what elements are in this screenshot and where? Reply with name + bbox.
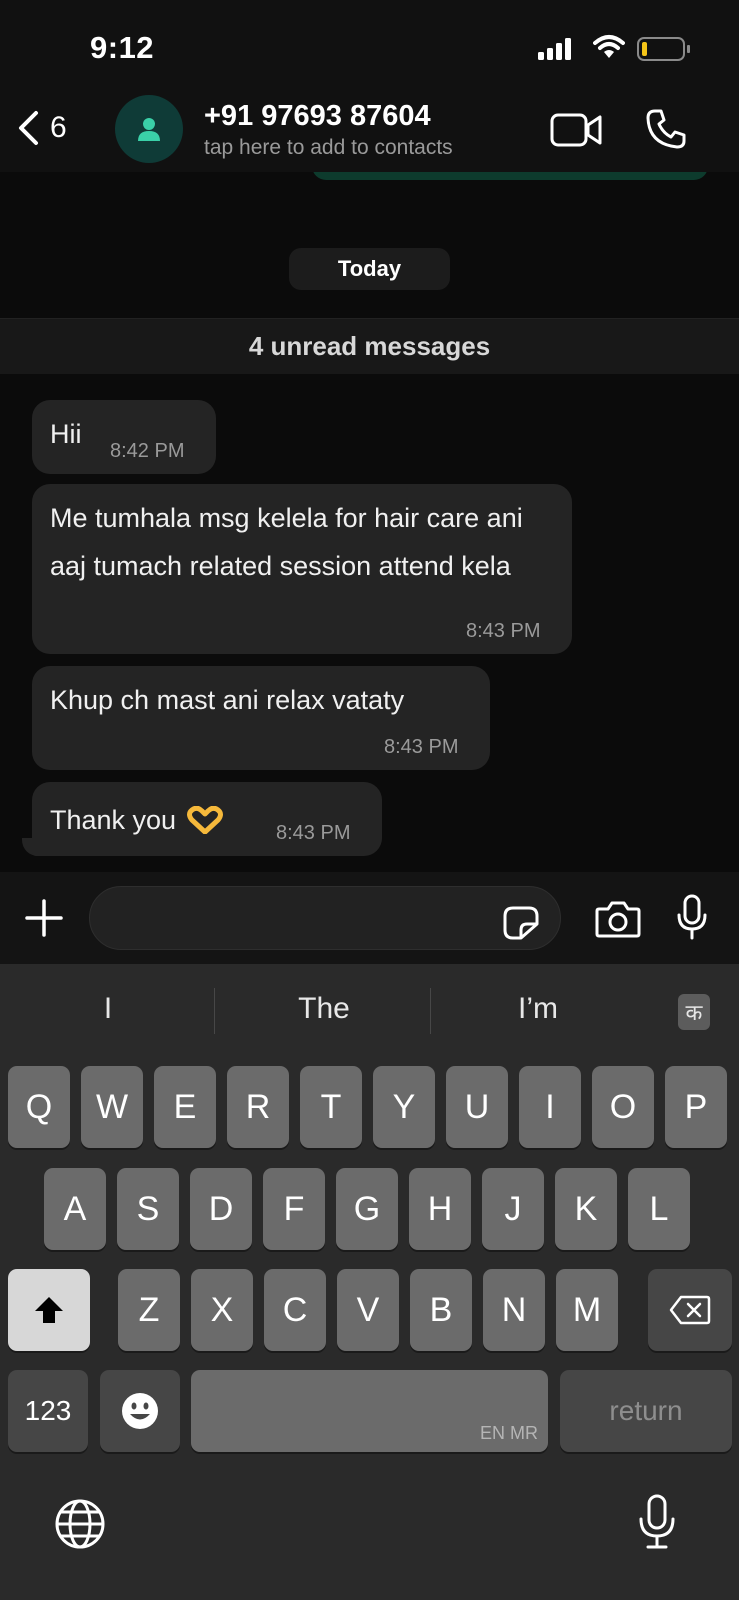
key-e[interactable]: E (154, 1066, 216, 1148)
key-k[interactable]: K (555, 1168, 617, 1250)
key-y[interactable]: Y (373, 1066, 435, 1148)
key-n[interactable]: N (483, 1269, 545, 1351)
key-u[interactable]: U (446, 1066, 508, 1148)
key-z[interactable]: Z (118, 1269, 180, 1351)
emoji-key[interactable] (100, 1370, 180, 1452)
cellular-signal-icon (538, 38, 571, 60)
unread-messages-banner: 4 unread messages (0, 318, 739, 374)
camera-icon[interactable] (595, 900, 641, 938)
key-w[interactable]: W (81, 1066, 143, 1148)
key-h[interactable]: H (409, 1168, 471, 1250)
back-button[interactable]: 6 (16, 110, 67, 146)
microphone-icon[interactable] (676, 894, 708, 940)
contact-name[interactable]: +91 97693 87604 (204, 100, 431, 133)
key-q[interactable]: Q (8, 1066, 70, 1148)
key-o[interactable]: O (592, 1066, 654, 1148)
dictation-microphone-icon[interactable] (638, 1494, 676, 1550)
key-g[interactable]: G (336, 1168, 398, 1250)
key-v[interactable]: V (337, 1269, 399, 1351)
key-a[interactable]: A (44, 1168, 106, 1250)
emoji-face-icon (122, 1393, 158, 1429)
key-d[interactable]: D (190, 1168, 252, 1250)
plus-icon[interactable] (24, 898, 64, 938)
chevron-left-icon (19, 111, 38, 145)
avatar[interactable] (115, 95, 183, 163)
video-call-icon[interactable] (550, 112, 604, 148)
message-bubble[interactable]: Hii 8:42 PM (32, 400, 216, 474)
unread-chats-count: 6 (50, 111, 67, 144)
key-l[interactable]: L (628, 1168, 690, 1250)
sticker-icon[interactable] (503, 906, 539, 940)
message-bubble[interactable]: Khup ch mast ani relax vataty 8:43 PM (32, 666, 490, 770)
message-text: Thank you (50, 805, 177, 835)
key-f[interactable]: F (263, 1168, 325, 1250)
phone-icon[interactable] (645, 108, 687, 150)
keyboard: I The I’m क Q W E R T Y U I O P A S D F … (0, 964, 739, 1600)
composer-bar (0, 872, 739, 964)
message-input[interactable] (89, 886, 561, 950)
key-t[interactable]: T (300, 1066, 362, 1148)
previous-message-bubble (312, 172, 708, 180)
key-s[interactable]: S (117, 1168, 179, 1250)
status-time: 9:12 (90, 30, 155, 65)
contact-subtitle[interactable]: tap here to add to contacts (204, 136, 453, 160)
key-p[interactable]: P (665, 1066, 727, 1148)
space-key[interactable]: EN MR (191, 1370, 548, 1452)
globe-icon[interactable] (54, 1498, 106, 1550)
key-c[interactable]: C (264, 1269, 326, 1351)
suggestion-item[interactable]: The (274, 992, 374, 1026)
suggestion-bar: I The I’m क (0, 964, 739, 1056)
numbers-key[interactable]: 123 (8, 1370, 88, 1452)
message-text: Me tumhala msg kelela for hair care ani … (50, 503, 523, 581)
suggestion-item[interactable]: I’m (488, 992, 588, 1026)
message-text: Hii (50, 419, 82, 449)
suggestion-divider (214, 988, 215, 1034)
suggestion-item[interactable]: I (58, 992, 158, 1026)
chat-area[interactable]: Today 4 unread messages Hii 8:42 PM Me t… (0, 172, 739, 872)
status-bar: 9:12 (0, 0, 739, 90)
suggestion-divider (430, 988, 431, 1034)
key-i[interactable]: I (519, 1066, 581, 1148)
key-r[interactable]: R (227, 1066, 289, 1148)
chat-header: 6 +91 97693 87604 tap here to add to con… (0, 90, 739, 172)
shift-key[interactable] (8, 1269, 90, 1351)
message-time: 8:43 PM (276, 822, 351, 844)
key-m[interactable]: M (556, 1269, 618, 1351)
key-x[interactable]: X (191, 1269, 253, 1351)
message-time: 8:42 PM (110, 440, 185, 462)
delete-key[interactable] (648, 1269, 732, 1351)
return-key[interactable]: return (560, 1370, 732, 1452)
language-switch-key[interactable]: क (678, 994, 710, 1030)
key-j[interactable]: J (482, 1168, 544, 1250)
input-languages-label: EN MR (480, 1423, 538, 1443)
key-b[interactable]: B (410, 1269, 472, 1351)
message-text: Khup ch mast ani relax vataty (50, 685, 405, 715)
wifi-icon (593, 35, 625, 58)
date-separator: Today (289, 248, 450, 290)
message-time: 8:43 PM (466, 620, 541, 642)
person-icon (138, 118, 160, 141)
message-bubble[interactable]: Thank you 8:43 PM (32, 782, 382, 856)
message-bubble[interactable]: Me tumhala msg kelela for hair care ani … (32, 484, 572, 654)
shift-arrow-icon (35, 1297, 63, 1323)
message-time: 8:43 PM (384, 736, 459, 758)
battery-icon (637, 37, 690, 61)
heart-hands-icon (187, 806, 224, 834)
backspace-icon (669, 1295, 711, 1325)
